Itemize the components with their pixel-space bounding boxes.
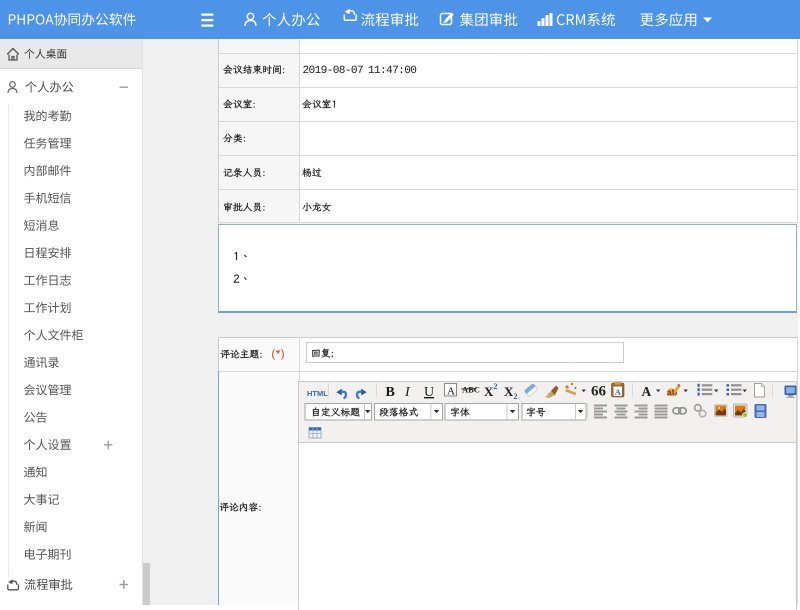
svg-text:2: 2 <box>514 392 518 401</box>
svg-text:U: U <box>424 385 434 400</box>
svg-text:A: A <box>615 387 622 397</box>
svg-text:X: X <box>504 384 514 399</box>
svg-text:A: A <box>642 384 652 399</box>
svg-text:I: I <box>404 385 411 400</box>
svg-text:B: B <box>386 385 395 400</box>
svg-text:2: 2 <box>494 382 498 391</box>
svg-text:A: A <box>447 386 455 398</box>
svg-text:X: X <box>484 384 494 399</box>
svg-text:HTML: HTML <box>307 389 328 398</box>
svg-text:66: 66 <box>591 384 607 400</box>
